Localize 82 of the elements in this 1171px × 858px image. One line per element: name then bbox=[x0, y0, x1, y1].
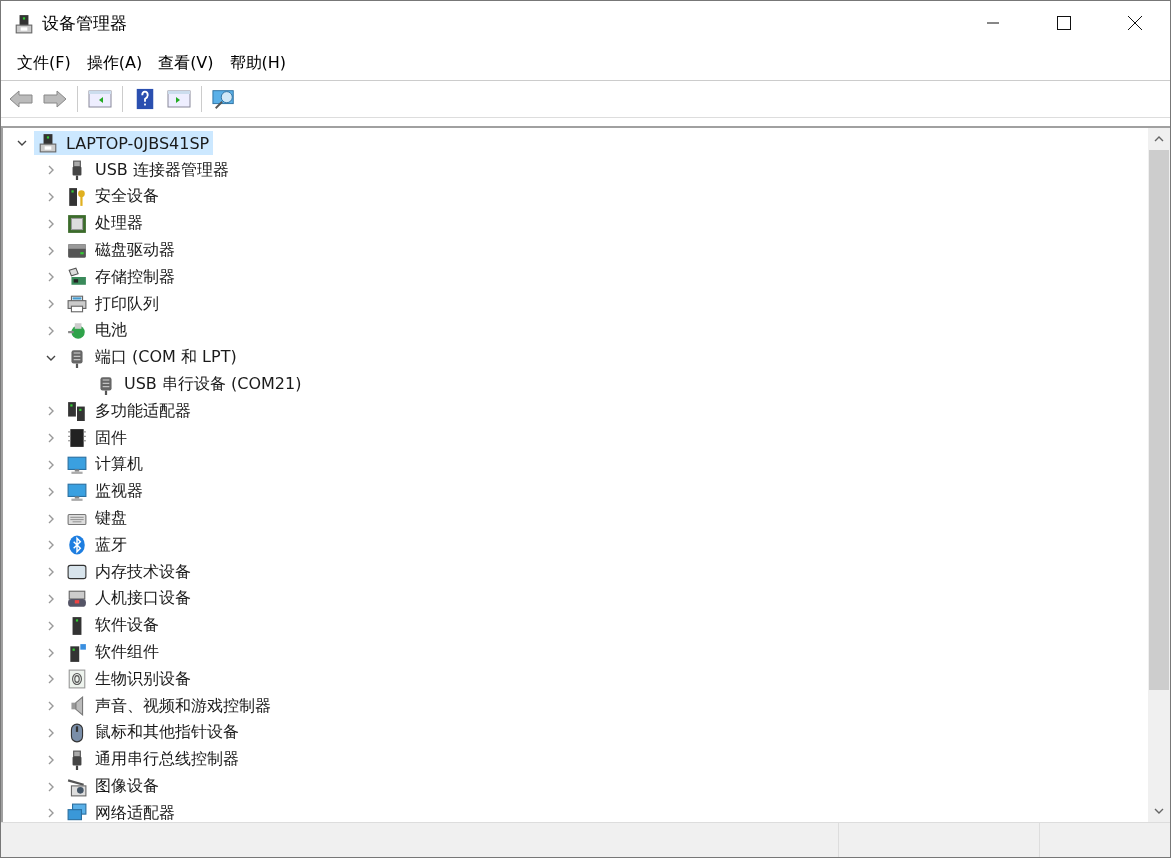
pane-right-icon bbox=[167, 88, 191, 110]
bluetooth-icon bbox=[67, 535, 87, 556]
chevron-right-icon[interactable] bbox=[46, 486, 56, 497]
chevron-right-icon[interactable] bbox=[46, 325, 56, 336]
tree-item[interactable]: 存储控制器 bbox=[63, 265, 179, 290]
menu-item[interactable]: 帮助(H) bbox=[221, 50, 295, 76]
printer-icon bbox=[67, 294, 87, 315]
device-tower-icon bbox=[14, 13, 34, 34]
battery-plug-icon bbox=[67, 320, 87, 341]
chevron-right-icon[interactable] bbox=[46, 567, 56, 578]
tree-item[interactable]: 网络适配器 bbox=[63, 801, 179, 822]
chevron-right-icon[interactable] bbox=[46, 299, 56, 310]
tree-item[interactable]: 图像设备 bbox=[63, 774, 163, 799]
tree-item[interactable]: 固件 bbox=[63, 426, 131, 451]
right-arrow-icon bbox=[43, 88, 67, 110]
tree-item[interactable]: USB 连接器管理器 bbox=[63, 158, 233, 183]
menu-item[interactable]: 文件(F) bbox=[9, 50, 79, 76]
tree-item[interactable]: 软件组件 bbox=[63, 640, 163, 665]
device-tower-icon bbox=[38, 133, 58, 154]
tree-item[interactable]: 软件设备 bbox=[63, 613, 163, 638]
chevron-right-icon[interactable] bbox=[46, 165, 56, 176]
chevron-right-icon[interactable] bbox=[46, 218, 56, 229]
chevron-up-icon[interactable] bbox=[1154, 134, 1164, 144]
tree-item[interactable]: 蓝牙 bbox=[63, 533, 131, 558]
left-arrow-icon bbox=[9, 88, 33, 110]
tree-item[interactable]: 磁盘驱动器 bbox=[63, 238, 179, 263]
camera-icon bbox=[67, 776, 87, 797]
tree-item[interactable]: 声音、视频和游戏控制器 bbox=[63, 694, 275, 719]
tree-item[interactable]: 内存技术设备 bbox=[63, 560, 195, 585]
tree-item[interactable]: 安全设备 bbox=[63, 185, 163, 209]
device-key-icon bbox=[67, 187, 87, 207]
chevron-right-icon[interactable] bbox=[46, 754, 56, 765]
keyboard-gamepad-icon bbox=[67, 588, 87, 609]
twin-device-icon bbox=[67, 401, 87, 422]
tree-item[interactable]: LAPTOP-0JBS41SP bbox=[34, 131, 214, 156]
window-title: 设备管理器 bbox=[42, 12, 127, 35]
monitor-icon bbox=[67, 481, 87, 502]
chevron-right-icon[interactable] bbox=[46, 459, 56, 470]
chevron-right-icon[interactable] bbox=[46, 245, 56, 256]
tree-item[interactable]: 鼠标和其他指针设备 bbox=[63, 720, 243, 745]
chevron-right-icon[interactable] bbox=[46, 513, 56, 524]
tree-item[interactable]: USB 串行设备 (COM21) bbox=[92, 372, 306, 397]
chevron-right-icon[interactable] bbox=[46, 808, 56, 819]
tree-item[interactable]: 人机接口设备 bbox=[63, 586, 195, 611]
menu-item[interactable]: 操作(A) bbox=[78, 50, 151, 76]
chevron-right-icon[interactable] bbox=[46, 727, 56, 738]
tree-item[interactable]: 端口 (COM 和 LPT) bbox=[63, 345, 241, 370]
close-icon bbox=[1127, 16, 1142, 30]
chevron-right-icon[interactable] bbox=[46, 701, 56, 712]
tree-item[interactable]: 通用串行总线控制器 bbox=[63, 747, 243, 772]
controller-card-icon bbox=[67, 267, 87, 288]
chevron-right-icon[interactable] bbox=[46, 674, 56, 685]
monitor-magnifier-icon bbox=[212, 88, 236, 110]
tree-item[interactable]: 键盘 bbox=[63, 506, 131, 531]
chevron-down-icon[interactable] bbox=[1154, 806, 1164, 816]
pane-left-icon bbox=[88, 88, 112, 110]
chevron-right-icon[interactable] bbox=[46, 647, 56, 658]
tree-item[interactable]: 计算机 bbox=[63, 452, 147, 477]
chevron-right-icon[interactable] bbox=[46, 781, 56, 792]
chevron-right-icon[interactable] bbox=[46, 192, 56, 202]
monitor-icon bbox=[67, 454, 87, 475]
chevron-right-icon[interactable] bbox=[46, 540, 56, 551]
maximize-icon bbox=[1056, 16, 1071, 30]
device-puzzle-icon bbox=[67, 642, 87, 663]
chip-icon bbox=[67, 213, 87, 234]
chevron-right-icon[interactable] bbox=[46, 620, 56, 631]
network-screens-icon bbox=[67, 803, 87, 822]
memory-chip-icon bbox=[67, 428, 87, 449]
tree-item[interactable]: 生物识别设备 bbox=[63, 667, 195, 692]
tree-item[interactable]: 监视器 bbox=[63, 479, 147, 504]
tree-item[interactable]: 处理器 bbox=[63, 211, 147, 236]
chevron-right-icon[interactable] bbox=[46, 406, 56, 417]
chevron-right-icon[interactable] bbox=[46, 593, 56, 604]
fingerprint-icon bbox=[67, 669, 87, 690]
chevron-right-icon[interactable] bbox=[46, 433, 56, 444]
tree-item[interactable]: 电池 bbox=[63, 318, 131, 343]
scrollbar-thumb[interactable] bbox=[1149, 150, 1169, 690]
tree-item[interactable]: 打印队列 bbox=[63, 292, 163, 317]
chevron-right-icon[interactable] bbox=[46, 272, 56, 283]
scrollbar[interactable] bbox=[1148, 128, 1170, 822]
menu-item[interactable]: 查看(V) bbox=[150, 50, 222, 76]
tree-item[interactable]: 多功能适配器 bbox=[63, 399, 195, 424]
